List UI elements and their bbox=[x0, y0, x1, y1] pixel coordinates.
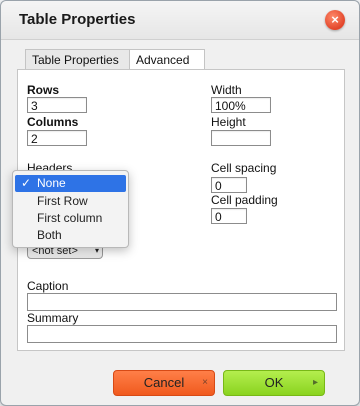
close-icon: × bbox=[331, 12, 339, 27]
tab-advanced[interactable]: Advanced bbox=[129, 49, 205, 70]
ok-button[interactable]: OK ▸ bbox=[223, 370, 325, 396]
option-label: None bbox=[37, 176, 66, 190]
dropdown-option-none[interactable]: ✓ None bbox=[15, 175, 126, 192]
cancel-button[interactable]: Cancel × bbox=[113, 370, 215, 396]
option-label: First column bbox=[37, 211, 103, 225]
height-input[interactable] bbox=[211, 130, 271, 146]
width-input[interactable]: 100% bbox=[211, 97, 271, 113]
headers-dropdown-menu: ✓ None First Row First column Both bbox=[12, 170, 129, 248]
option-label: First Row bbox=[37, 194, 88, 208]
columns-input[interactable]: 2 bbox=[27, 130, 87, 146]
arrow-right-icon: ▸ bbox=[312, 377, 318, 388]
columns-label: Columns bbox=[27, 115, 79, 129]
dropdown-option-first-row[interactable]: First Row bbox=[15, 193, 126, 210]
rows-label: Rows bbox=[27, 83, 60, 97]
checkmark-icon: ✓ bbox=[21, 176, 32, 190]
height-label: Height bbox=[211, 115, 246, 129]
cell-spacing-input[interactable]: 0 bbox=[211, 177, 247, 193]
dropdown-option-both[interactable]: Both bbox=[15, 227, 126, 244]
cell-padding-label: Cell padding bbox=[211, 193, 278, 207]
dialog-titlebar: Table Properties × bbox=[1, 1, 359, 40]
summary-label: Summary bbox=[27, 311, 79, 325]
close-button[interactable]: × bbox=[325, 10, 345, 30]
cell-padding-input[interactable]: 0 bbox=[211, 208, 247, 224]
width-label: Width bbox=[211, 83, 242, 97]
caption-label: Caption bbox=[27, 279, 69, 293]
cell-spacing-label: Cell spacing bbox=[211, 161, 277, 175]
dialog-title: Table Properties bbox=[19, 11, 136, 28]
tab-table-properties[interactable]: Table Properties bbox=[25, 49, 135, 70]
dropdown-option-first-column[interactable]: First column bbox=[15, 210, 126, 227]
option-label: Both bbox=[37, 228, 62, 242]
cancel-button-label: Cancel bbox=[143, 375, 185, 390]
caption-input[interactable] bbox=[27, 293, 337, 311]
summary-input[interactable] bbox=[27, 325, 337, 343]
rows-input[interactable]: 3 bbox=[27, 97, 87, 113]
cancel-x-icon: × bbox=[202, 377, 208, 388]
ok-button-label: OK bbox=[264, 375, 284, 390]
